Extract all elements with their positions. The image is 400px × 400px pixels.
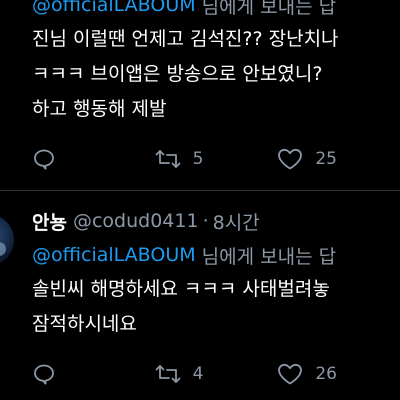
reply-context: @officialLABOUM 님에게 보내는 답	[32, 0, 400, 22]
tweet-header: 안뇽 @codud0411 · 8시간	[32, 204, 400, 238]
reply-mention-link[interactable]: @officialLABOUM	[32, 244, 196, 266]
reply-context-label: 님에게 보내는 답	[201, 0, 337, 18]
reply-icon	[32, 147, 56, 171]
reply-button[interactable]	[32, 147, 155, 171]
tweet-text-line: 하고 행동해 제발	[32, 98, 167, 120]
heart-icon	[277, 147, 303, 171]
like-button[interactable]: 26	[277, 362, 400, 386]
timestamp[interactable]: 8시간	[213, 208, 260, 235]
tweet-text-line: ㅋㅋㅋ 브이앱은 방송으로 안보였니?	[32, 63, 323, 85]
reply-mention-link[interactable]: @officialLABOUM	[32, 0, 196, 16]
like-count: 25	[315, 149, 337, 169]
avatar[interactable]	[0, 214, 14, 266]
like-button[interactable]: 25	[277, 147, 400, 171]
tweet[interactable]: @officialLABOUM 님에게 보내는 답 진님 이럴땐 언제고 김석진…	[0, 0, 400, 183]
reply-button[interactable]	[32, 362, 155, 386]
retweet-count: 4	[192, 364, 204, 384]
retweet-icon	[155, 147, 181, 171]
retweet-count: 5	[192, 149, 204, 169]
tweet-content: 안뇽 @codud0411 · 8시간 @officialLABOUM 님에게 …	[32, 204, 400, 394]
tweet-text-line: 잠적하시네요	[32, 313, 137, 335]
heart-icon	[277, 362, 303, 386]
retweet-icon	[155, 362, 181, 386]
author-handle[interactable]: @codud0411	[73, 210, 199, 232]
tweet-text-line: 진님 이럴땐 언제고 김석진?? 장난치나	[32, 28, 339, 50]
like-count: 26	[315, 364, 337, 384]
time-separator: ·	[202, 210, 209, 232]
retweet-button[interactable]: 4	[155, 362, 278, 386]
tweet-content: @officialLABOUM 님에게 보내는 답 진님 이럴땐 언제고 김석진…	[32, 0, 400, 179]
retweet-button[interactable]: 5	[155, 147, 278, 171]
reply-icon	[32, 362, 56, 386]
tweet-actions: 4 26	[32, 354, 400, 394]
tweet-feed: @officialLABOUM 님에게 보내는 답 진님 이럴땐 언제고 김석진…	[0, 0, 400, 400]
tweet-text-line: 솔빈씨 해명하세요 ㅋㅋㅋ 사태벌려놓	[32, 278, 330, 300]
reply-context: @officialLABOUM 님에게 보내는 답	[32, 238, 400, 272]
tweet[interactable]: 안뇽 @codud0411 · 8시간 @officialLABOUM 님에게 …	[0, 190, 400, 400]
author-name[interactable]: 안뇽	[32, 208, 67, 235]
reply-context-label: 님에게 보내는 답	[201, 245, 337, 268]
tweet-actions: 5 25	[32, 139, 400, 179]
